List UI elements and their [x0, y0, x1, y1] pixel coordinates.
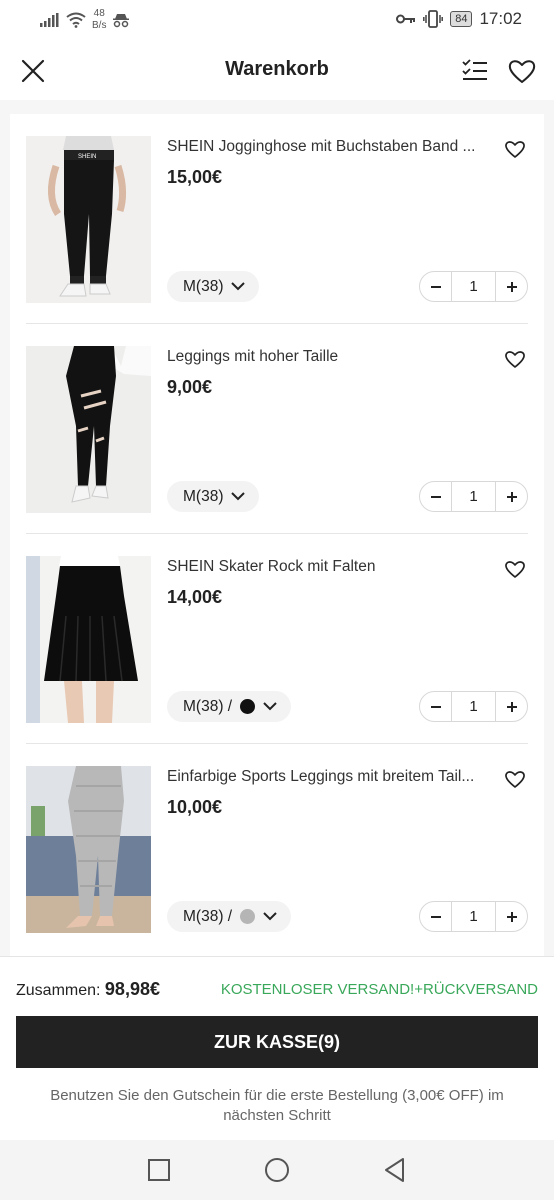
- minus-icon: [430, 915, 441, 918]
- color-swatch: [240, 699, 256, 714]
- product-image[interactable]: [26, 346, 151, 513]
- free-shipping-note: KOSTENLOSER VERSAND!+RÜCKVERSAND: [220, 981, 538, 998]
- heart-icon[interactable]: [504, 558, 526, 580]
- size-label: M(38): [183, 487, 224, 505]
- product-image[interactable]: [26, 556, 151, 723]
- product-name[interactable]: Einfarbige Sports Leggings mit breitem T…: [167, 768, 487, 786]
- product-price: 14,00€: [167, 587, 223, 607]
- coupon-hint: Benutzen Sie den Gutschein für die erste…: [50, 1087, 504, 1124]
- speed-unit: B/s: [92, 20, 107, 31]
- back-icon[interactable]: [381, 1156, 409, 1184]
- size-selector[interactable]: M(38) /: [167, 901, 292, 932]
- decrease-button[interactable]: [420, 482, 451, 511]
- minus-icon: [430, 285, 441, 288]
- recent-apps-icon[interactable]: [145, 1156, 173, 1184]
- product-name[interactable]: SHEIN Jogginghose mit Buchstaben Band ..…: [167, 138, 487, 156]
- quantity-stepper: 1: [419, 481, 528, 512]
- color-swatch: [240, 909, 256, 924]
- product-name[interactable]: Leggings mit hoher Taille: [167, 348, 487, 366]
- size-label: M(38) /: [183, 907, 233, 925]
- home-icon[interactable]: [263, 1156, 291, 1184]
- speed-value: 48: [93, 8, 105, 19]
- app-header: Warenkorb: [0, 40, 554, 100]
- increase-button[interactable]: [496, 902, 527, 931]
- plus-icon: [506, 911, 517, 922]
- incognito-icon: [113, 14, 130, 28]
- status-right: 84 17:02: [396, 9, 522, 29]
- chevron-down-icon: [231, 282, 246, 291]
- decrease-button[interactable]: [420, 272, 451, 301]
- total-value: 98,98€: [104, 979, 160, 999]
- battery-indicator: 84: [450, 11, 473, 27]
- size-selector[interactable]: M(38) /: [167, 691, 292, 722]
- size-label: M(38): [183, 277, 224, 295]
- checklist-icon[interactable]: [460, 56, 490, 86]
- cart-list: SHEIN SHEIN Jogginghose mit Buchstaben B…: [10, 114, 544, 956]
- key-icon: [396, 14, 416, 24]
- heart-icon[interactable]: [504, 768, 526, 790]
- plus-icon: [506, 281, 517, 292]
- cart-item: SHEIN SHEIN Jogginghose mit Buchstaben B…: [10, 114, 544, 324]
- increase-button[interactable]: [496, 692, 527, 721]
- quantity-value[interactable]: 1: [451, 902, 496, 931]
- status-bar: 48 B/s 84 17:02: [0, 0, 554, 40]
- product-price: 9,00€: [167, 377, 213, 397]
- status-left: 48 B/s: [40, 8, 130, 32]
- svg-text:SHEIN: SHEIN: [78, 154, 96, 160]
- size-label: M(38) /: [183, 697, 233, 715]
- quantity-value[interactable]: 1: [451, 482, 496, 511]
- product-image[interactable]: [26, 766, 151, 933]
- decrease-button[interactable]: [420, 692, 451, 721]
- system-navigation-bar: [0, 1140, 554, 1200]
- chevron-down-icon: [263, 912, 277, 921]
- signal-icon: [40, 13, 59, 27]
- minus-icon: [430, 495, 441, 498]
- heart-icon[interactable]: [504, 348, 526, 370]
- product-image[interactable]: SHEIN: [26, 136, 151, 303]
- size-selector[interactable]: M(38): [167, 481, 260, 512]
- cart-item: SHEIN Skater Rock mit Falten 14,00€ M(38…: [10, 534, 544, 744]
- decrease-button[interactable]: [420, 902, 451, 931]
- product-price: 15,00€: [167, 167, 223, 187]
- total-label: Zusammen:: [16, 982, 101, 999]
- plus-icon: [506, 491, 517, 502]
- quantity-stepper: 1: [419, 691, 528, 722]
- chevron-down-icon: [263, 702, 277, 711]
- quantity-value[interactable]: 1: [451, 272, 496, 301]
- cart-item: Leggings mit hoher Taille 9,00€ M(38) 1: [10, 324, 544, 534]
- plus-icon: [506, 701, 517, 712]
- product-price: 10,00€: [167, 797, 223, 817]
- increase-button[interactable]: [496, 482, 527, 511]
- vibrate-icon: [423, 10, 444, 28]
- quantity-stepper: 1: [419, 271, 528, 302]
- product-name[interactable]: SHEIN Skater Rock mit Falten: [167, 558, 487, 576]
- chevron-down-icon: [231, 492, 246, 501]
- wishlist-heart-icon[interactable]: [507, 56, 537, 86]
- increase-button[interactable]: [496, 272, 527, 301]
- checkout-button[interactable]: ZUR KASSE(9): [16, 1016, 538, 1068]
- quantity-stepper: 1: [419, 901, 528, 932]
- quantity-value[interactable]: 1: [451, 692, 496, 721]
- heart-icon[interactable]: [504, 138, 526, 160]
- network-speed: 48 B/s: [92, 8, 106, 32]
- wifi-icon: [66, 12, 86, 28]
- checkout-summary: Zusammen: 98,98€ KOSTENLOSER VERSAND!+RÜ…: [0, 956, 554, 1140]
- total-row: Zusammen: 98,98€: [16, 979, 160, 1000]
- cart-item: Einfarbige Sports Leggings mit breitem T…: [10, 744, 544, 954]
- size-selector[interactable]: M(38): [167, 271, 260, 302]
- minus-icon: [430, 705, 441, 708]
- clock: 17:02: [479, 9, 522, 28]
